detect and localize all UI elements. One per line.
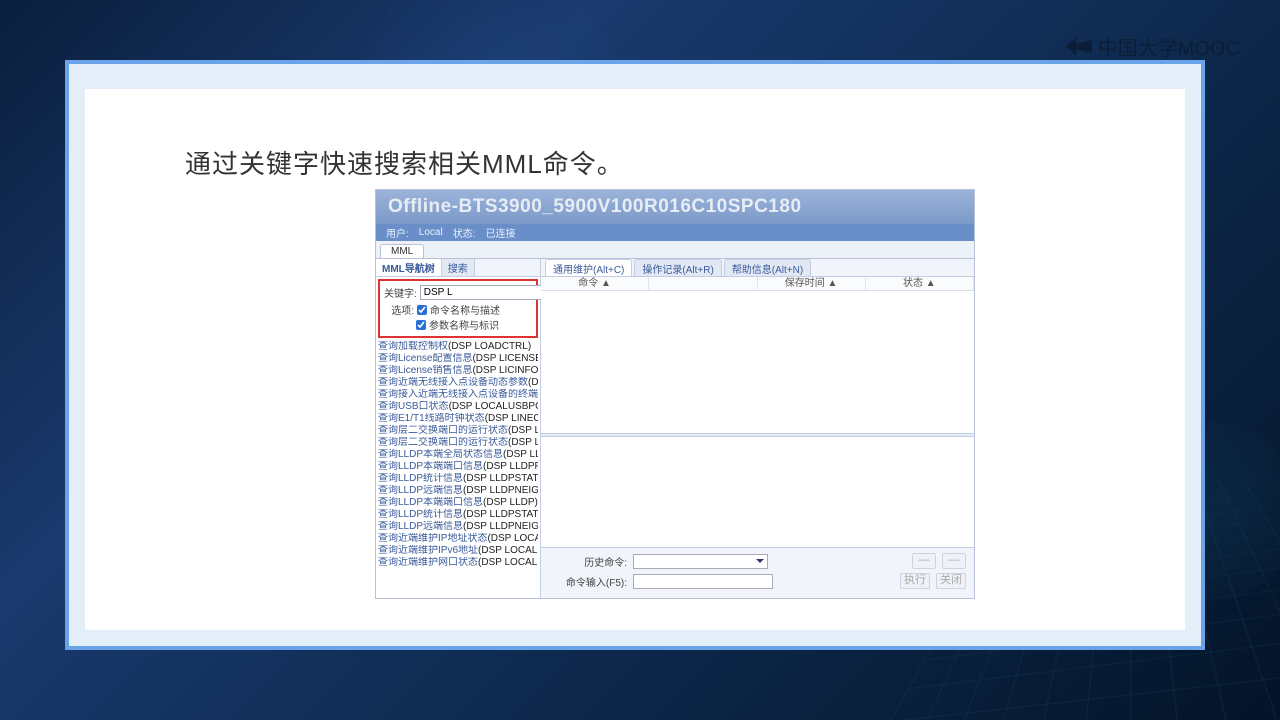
opt-param-label: 参数名称与标识 <box>429 317 499 332</box>
tab-oplog[interactable]: 操作记录(Alt+R) <box>634 259 721 276</box>
result-item[interactable]: 查询License销售信息(DSP LICINFO) <box>378 365 538 377</box>
right-tabs: 通用维护(Alt+C) 操作记录(Alt+R) 帮助信息(Alt+N) <box>541 259 974 277</box>
tab-help[interactable]: 帮助信息(Alt+N) <box>724 259 811 276</box>
result-item[interactable]: 查询LLDP统计信息(DSP LLDPSTAT) <box>378 473 538 485</box>
output-log <box>541 437 974 547</box>
user-value: Local <box>419 227 443 238</box>
close-button[interactable]: 关闭 <box>936 573 966 589</box>
result-item[interactable]: 查询License配置信息(DSP LICENSE) <box>378 353 538 365</box>
opt-name-desc-label: 命令名称与描述 <box>430 302 500 317</box>
slide-frame: 通过关键字快速搜索相关MML命令。 Offline-BTS3900_5900V1… <box>65 60 1205 650</box>
result-item[interactable]: 查询LLDP远端信息(DSP LLDPNEIGHBOR) <box>378 485 538 497</box>
app-infobar: 用户: Local 状态: 已连接 <box>376 224 974 241</box>
result-item[interactable]: 查询加载控制权(DSP LOADCTRL) <box>378 341 538 353</box>
keyword-input[interactable] <box>420 285 560 300</box>
slide-body: 通过关键字快速搜索相关MML命令。 Offline-BTS3900_5900V1… <box>85 89 1185 630</box>
top-tab-row: MML <box>376 241 974 259</box>
result-item[interactable]: 查询层二交换端口的运行状态(DSP LANSWIT <box>378 425 538 437</box>
nav-next-button[interactable]: — <box>942 553 966 569</box>
opt-name-desc-checkbox[interactable] <box>417 305 427 315</box>
result-item[interactable]: 查询近端维护IP地址状态(DSP LOCALIP) <box>378 533 538 545</box>
slide-heading: 通过关键字快速搜索相关MML命令。 <box>185 144 624 181</box>
app-title: Offline-BTS3900_5900V100R016C10SPC180 <box>388 196 802 218</box>
history-label: 历史命令: <box>549 554 627 569</box>
tab-search[interactable]: 搜索 <box>442 259 475 276</box>
search-results: 查询加载控制权(DSP LOADCTRL)查询License配置信息(DSP L… <box>376 340 540 598</box>
execute-button[interactable]: 执行 <box>900 573 930 589</box>
watermark-text: 中国大学MOOC <box>1098 32 1240 61</box>
result-item[interactable]: 查询LLDP本端端口信息(DSP LLDP) <box>378 497 538 509</box>
result-item[interactable]: 查询近端维护IPv6地址(DSP LOCALIP6) <box>378 545 538 557</box>
result-item[interactable]: 查询LLDP统计信息(DSP LLDPSTATINFO) <box>378 509 538 521</box>
col-blank <box>649 277 757 290</box>
result-item[interactable]: 查询LLDP远端信息(DSP LLDPNEIGHBORINFO <box>378 521 538 533</box>
result-item[interactable]: 查询E1/T1线路时钟状态(DSP LINECLK) <box>378 413 538 425</box>
user-label: 用户: <box>386 225 409 240</box>
mooc-watermark: 中国大学MOOC <box>1066 32 1240 61</box>
result-item[interactable]: 查询LLDP本端全局状态信息(DSP LLDPGLOBA <box>378 449 538 461</box>
history-select[interactable] <box>633 554 768 569</box>
result-item[interactable]: 查询近端维护网口状态(DSP LOCALETHPORT <box>378 557 538 569</box>
status-label: 状态: <box>453 225 476 240</box>
result-item[interactable]: 查询近端无线接入点设备动态参数(DSP LOCA <box>378 377 538 389</box>
col-savetime[interactable]: 保存时间 ▲ <box>758 277 866 290</box>
status-value: 已连接 <box>485 225 515 240</box>
megaphone-icon <box>1066 38 1092 56</box>
cmd-input[interactable] <box>633 574 773 589</box>
result-item[interactable]: 查询LLDP本端端口信息(DSP LLDPPORT) <box>378 461 538 473</box>
cmd-input-label: 命令输入(F5): <box>549 574 627 589</box>
nav-prev-button[interactable]: — <box>912 553 936 569</box>
workspace: MML导航树 搜索 关键字: 确定 选项: 命令名称与描述 <box>376 259 974 598</box>
result-item[interactable]: 查询层二交换端口的运行状态(DSP LSWPORT <box>378 437 538 449</box>
keyword-label: 关键字: <box>384 285 417 300</box>
options-label: 选项: <box>390 302 414 317</box>
result-table-header: 命令 ▲ 保存时间 ▲ 状态 ▲ <box>541 277 974 291</box>
result-item[interactable]: 查询接入近端无线接入点设备的终端信息(DS <box>378 389 538 401</box>
left-nav-tabs: MML导航树 搜索 <box>376 259 540 277</box>
col-command[interactable]: 命令 ▲ <box>541 277 649 290</box>
result-item[interactable]: 查询USB口状态(DSP LOCALUSBPORT) <box>378 401 538 413</box>
result-table-body <box>541 291 974 433</box>
tab-maintenance[interactable]: 通用维护(Alt+C) <box>545 259 632 276</box>
tab-mml[interactable]: MML <box>380 244 424 258</box>
tab-mml-tree[interactable]: MML导航树 <box>376 259 442 276</box>
mml-app-window: Offline-BTS3900_5900V100R016C10SPC180 用户… <box>375 189 975 599</box>
app-titlebar: Offline-BTS3900_5900V100R016C10SPC180 <box>376 190 974 224</box>
col-status[interactable]: 状态 ▲ <box>866 277 974 290</box>
search-box: 关键字: 确定 选项: 命令名称与描述 参数名称与标识 <box>378 279 538 338</box>
opt-param-checkbox[interactable] <box>416 320 426 330</box>
right-pane: 通用维护(Alt+C) 操作记录(Alt+R) 帮助信息(Alt+N) 命令 ▲… <box>541 259 974 598</box>
left-pane: MML导航树 搜索 关键字: 确定 选项: 命令名称与描述 <box>376 259 541 598</box>
command-bar: 历史命令: — — 命令输入(F5): 执行 关闭 <box>541 547 974 598</box>
